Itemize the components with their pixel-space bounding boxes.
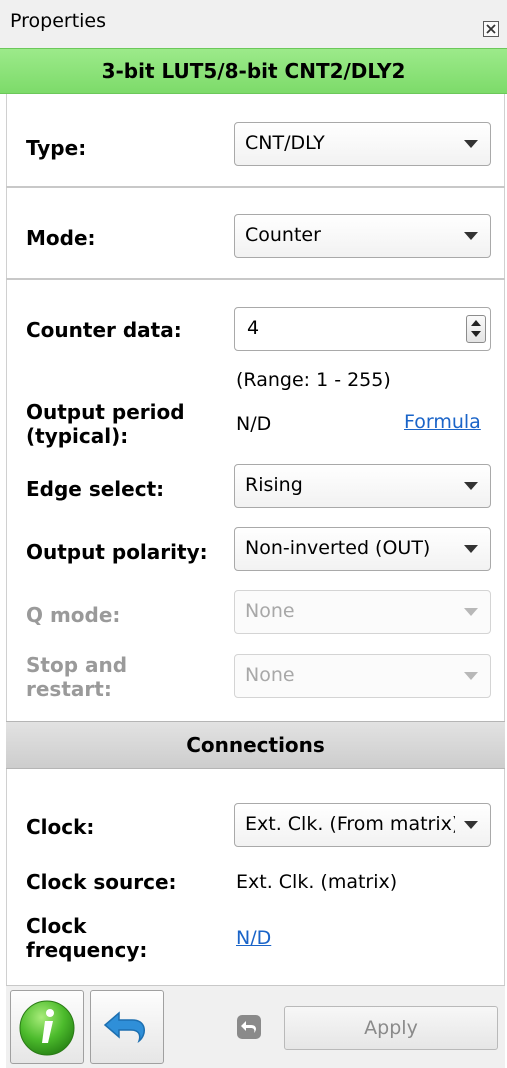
edge-select-value: Rising (245, 474, 303, 496)
mode-label: Mode: (26, 226, 96, 250)
q-mode-value: None (245, 600, 295, 622)
spin-up-icon[interactable] (471, 320, 481, 326)
close-icon[interactable] (483, 21, 499, 37)
chevron-down-icon (464, 672, 478, 680)
divider (6, 278, 505, 280)
output-polarity-label: Output polarity: (26, 540, 208, 564)
chevron-down-icon (464, 821, 478, 829)
block-title: 3-bit LUT5/8-bit CNT2/DLY2 (0, 48, 507, 94)
clock-label: Clock: (26, 815, 95, 839)
q-mode-select: None (234, 590, 491, 634)
stop-restart-select: None (234, 654, 491, 698)
output-period-label-2: (typical): (26, 424, 129, 448)
apply-button[interactable]: Apply (284, 1006, 498, 1050)
output-period-label-1: Output period (26, 400, 185, 424)
clock-source-value: Ext. Clk. (matrix) (236, 871, 398, 893)
counter-range: (Range: 1 - 255) (236, 369, 391, 391)
divider (6, 186, 505, 188)
chevron-down-icon (464, 140, 478, 148)
stop-restart-label-2: restart: (26, 677, 112, 701)
undo-icon (103, 1011, 145, 1044)
chevron-down-icon (464, 608, 478, 616)
chevron-down-icon (464, 232, 478, 240)
clock-frequency-link[interactable]: N/D (236, 926, 271, 950)
title-bar: Properties (0, 0, 507, 48)
chevron-down-icon (464, 545, 478, 553)
window-title: Properties (10, 10, 107, 32)
type-label: Type: (26, 136, 87, 160)
type-value: CNT/DLY (245, 132, 325, 154)
clock-source-label: Clock source: (26, 870, 177, 894)
q-mode-label: Q mode: (26, 603, 121, 627)
spin-buttons[interactable] (466, 315, 486, 343)
small-undo-icon[interactable] (236, 1014, 262, 1040)
info-icon (19, 1000, 75, 1056)
formula-link[interactable]: Formula (404, 410, 481, 434)
clock-select[interactable]: Ext. Clk. (From matrix) (234, 803, 491, 847)
undo-button[interactable] (90, 990, 164, 1064)
clock-frequency-label-1: Clock (26, 914, 87, 938)
clock-frequency-label-2: frequency: (26, 938, 148, 962)
chevron-down-icon (464, 482, 478, 490)
mode-value: Counter (245, 224, 321, 246)
bottom-toolbar: Apply (6, 985, 505, 1068)
stop-restart-value: None (245, 664, 295, 686)
type-select[interactable]: CNT/DLY (234, 122, 491, 166)
output-polarity-value: Non-inverted (OUT) (245, 537, 431, 559)
edge-select[interactable]: Rising (234, 464, 491, 508)
clock-value: Ext. Clk. (From matrix) (245, 813, 455, 835)
counter-data-value: 4 (247, 317, 260, 339)
spin-down-icon[interactable] (471, 331, 481, 337)
counter-data-label: Counter data: (26, 318, 182, 342)
info-button[interactable] (10, 990, 84, 1064)
edge-select-label: Edge select: (26, 477, 165, 501)
output-polarity-select[interactable]: Non-inverted (OUT) (234, 527, 491, 571)
connections-header: Connections (6, 721, 505, 769)
output-period-value: N/D (236, 413, 272, 435)
counter-data-spinbox[interactable]: 4 (234, 307, 491, 351)
stop-restart-label-1: Stop and (26, 653, 128, 677)
mode-select[interactable]: Counter (234, 214, 491, 258)
